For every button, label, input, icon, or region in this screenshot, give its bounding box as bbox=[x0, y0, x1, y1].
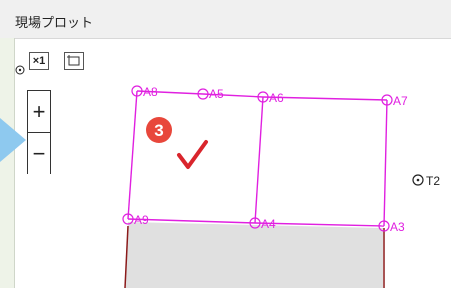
point-label-a7: A7 bbox=[393, 94, 408, 108]
step-badge: 3 bbox=[146, 117, 172, 143]
fit-extent-label: ×1 bbox=[32, 55, 46, 67]
app-window: 現場プロット A8 A5 A6 A7 A9 A4 A3 T2 3 ×1 + − bbox=[0, 0, 451, 288]
zoom-control: + − bbox=[27, 90, 51, 174]
boundary-a6-a4 bbox=[254, 96, 264, 224]
title-bar: 現場プロット bbox=[0, 0, 451, 39]
point-label-a8: A8 bbox=[143, 85, 158, 99]
lot-area bbox=[125, 222, 383, 288]
zoom-out-button[interactable]: − bbox=[28, 133, 50, 174]
point-label-a6: A6 bbox=[269, 91, 284, 105]
zoom-in-icon: + bbox=[32, 98, 46, 124]
survey-point-t2[interactable]: T2 bbox=[412, 174, 440, 188]
point-label-a5: A5 bbox=[209, 87, 224, 101]
fit-extent-icon: ×1 bbox=[30, 53, 48, 69]
step-badge-number: 3 bbox=[154, 121, 163, 140]
boundary-a8-a9 bbox=[127, 90, 138, 220]
point-label-a4: A4 bbox=[261, 217, 276, 231]
fit-extent-button[interactable]: ×1 bbox=[29, 52, 49, 70]
boundary-a7-a3 bbox=[383, 99, 388, 227]
frame-select-button[interactable] bbox=[64, 52, 84, 70]
frame-select-icon bbox=[67, 55, 80, 66]
window-title: 現場プロット bbox=[15, 15, 94, 30]
callout-pointer-body bbox=[0, 128, 6, 152]
zoom-in-button[interactable]: + bbox=[28, 91, 50, 133]
plot-canvas[interactable]: A8 A5 A6 A7 A9 A4 A3 T2 3 bbox=[15, 39, 451, 288]
survey-label-t2: T2 bbox=[426, 174, 440, 188]
point-label-a9: A9 bbox=[134, 213, 149, 227]
origin-marker-icon bbox=[15, 65, 25, 75]
point-label-a3: A3 bbox=[390, 220, 405, 234]
plot-drawing: A8 A5 A6 A7 A9 A4 A3 T2 3 bbox=[15, 65, 440, 288]
left-panel-edge bbox=[0, 38, 15, 288]
checkmark-icon bbox=[177, 140, 208, 169]
zoom-out-icon: − bbox=[32, 140, 46, 166]
